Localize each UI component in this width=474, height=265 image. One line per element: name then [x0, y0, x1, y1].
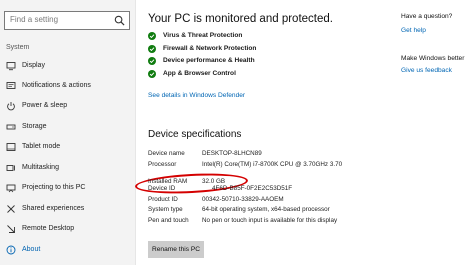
rename-pc-button[interactable]: Rename this PC — [148, 241, 204, 258]
sidebar: Find a setting System Display Notificati… — [0, 0, 136, 265]
spec-label: Device name — [148, 150, 185, 157]
spec-value: Intel(R) Core(TM) i7-8700K CPU @ 3.70GHz… — [202, 160, 343, 168]
sidebar-item-display[interactable]: Display — [0, 58, 136, 74]
check-icon — [148, 32, 156, 40]
check-icon — [148, 57, 156, 65]
spec-label: Installed RAM — [148, 178, 188, 185]
notifications-icon — [6, 82, 16, 89]
spec-label: System type — [148, 206, 183, 213]
give-feedback-link[interactable]: Give us feedback — [401, 67, 452, 74]
search-input[interactable]: Find a setting — [10, 15, 58, 24]
multitasking-icon — [6, 165, 15, 171]
spec-value: 64-bit operating system, x64-based proce… — [202, 206, 330, 213]
storage-icon — [6, 124, 16, 130]
protection-item-label: App & Browser Control — [163, 69, 236, 77]
remote-desktop-icon — [7, 225, 15, 233]
display-icon — [6, 62, 16, 71]
power-icon — [7, 102, 15, 111]
sidebar-item-shared-experiences[interactable]: Shared experiences — [0, 201, 136, 217]
get-help-link[interactable]: Get help — [401, 27, 426, 34]
sidebar-item-label: Projecting to this PC — [22, 184, 86, 191]
spec-label: Processor — [148, 160, 177, 168]
protection-title: Your PC is monitored and protected. — [148, 13, 333, 25]
sidebar-item-storage[interactable]: Storage — [0, 119, 136, 135]
make-windows-better-heading: Make Windows better — [401, 55, 465, 62]
specs-title: Device specifications — [148, 129, 242, 140]
sidebar-item-tablet-mode[interactable]: Tablet mode — [0, 139, 136, 155]
spec-label: Pen and touch — [148, 216, 189, 224]
check-icon — [148, 44, 156, 53]
projecting-icon — [6, 184, 16, 193]
spec-label: Device ID — [148, 185, 176, 192]
sidebar-item-label: About — [22, 246, 41, 253]
sidebar-item-label: Multitasking — [22, 164, 59, 171]
sidebar-item-label: Shared experiences — [22, 205, 85, 212]
shared-icon — [7, 205, 15, 213]
sidebar-item-label: Notifications & actions — [22, 82, 91, 89]
sidebar-item-label: Power & sleep — [22, 102, 68, 109]
protection-item-label: Device performance & Health — [163, 57, 255, 64]
sidebar-item-about[interactable]: About — [0, 242, 136, 258]
sidebar-item-label: Display — [22, 62, 45, 69]
spec-value: 32.0 GB — [202, 178, 226, 185]
tablet-icon — [6, 143, 16, 151]
sidebar-item-label: Storage — [22, 123, 47, 130]
sidebar-item-power-sleep[interactable]: Power & sleep — [0, 98, 136, 114]
check-icon — [148, 69, 156, 78]
protection-item-label: Firewall & Network Protection — [163, 44, 257, 52]
spec-value: No pen or touch input is available for t… — [202, 216, 338, 224]
help-panel: Have a question? Get help Make Windows b… — [401, 0, 474, 265]
protection-item-label: Virus & Threat Protection — [163, 32, 243, 39]
sidebar-item-remote-desktop[interactable]: Remote Desktop — [0, 221, 136, 237]
windows-defender-link[interactable]: See details in Windows Defender — [148, 92, 245, 99]
spec-label: Product ID — [148, 195, 178, 203]
main-content: Your PC is monitored and protected. Viru… — [134, 0, 390, 265]
spec-value: 4F6D-B85F-0F2E2C53D51F — [212, 185, 293, 192]
have-question-heading: Have a question? — [401, 13, 453, 20]
spec-value: DESKTOP-8LHCN89 — [202, 150, 262, 157]
sidebar-item-notifications[interactable]: Notifications & actions — [0, 78, 136, 94]
spec-value: 00342-50710-33829-AAOEM — [202, 195, 284, 203]
sidebar-item-projecting[interactable]: Projecting to this PC — [0, 180, 136, 196]
search-box[interactable]: Find a setting — [4, 11, 130, 30]
info-icon — [6, 245, 16, 255]
sidebar-item-multitasking[interactable]: Multitasking — [0, 160, 136, 176]
sidebar-item-label: Remote Desktop — [22, 225, 75, 232]
sidebar-item-label: Tablet mode — [22, 143, 61, 150]
section-label-system: System — [6, 44, 30, 51]
search-icon[interactable] — [114, 15, 125, 26]
